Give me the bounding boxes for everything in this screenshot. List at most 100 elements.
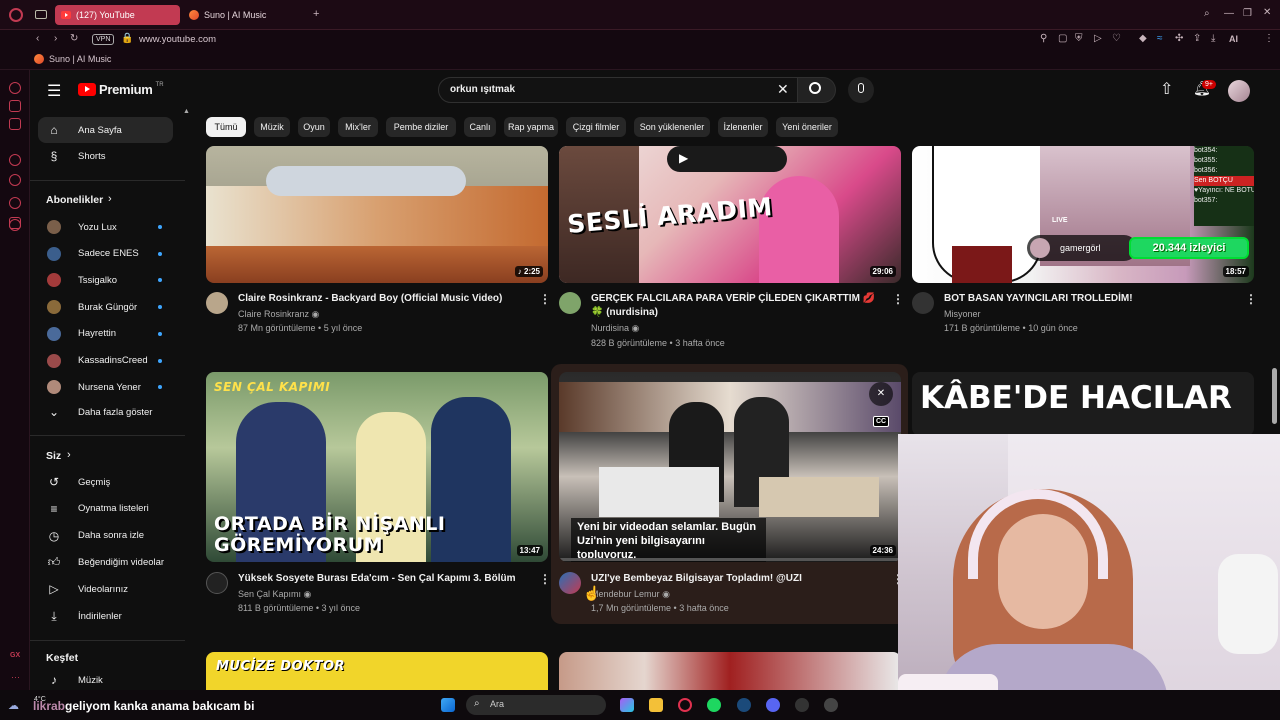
- video-title[interactable]: BOT BASAN YAYINCILARI TROLLEDİM!: [944, 292, 1239, 306]
- youtube-logo[interactable]: Premium TR: [78, 82, 164, 97]
- sidebar-scrollbar[interactable]: ▲: [183, 108, 190, 688]
- sidebar-item-music[interactable]: ♪ Müzik: [38, 667, 173, 690]
- translate-icon[interactable]: ≈: [1157, 33, 1163, 44]
- gx-icon[interactable]: GX: [10, 652, 20, 659]
- maximize-icon[interactable]: ❐: [1243, 8, 1252, 19]
- channel-name[interactable]: Claire Rosinkranz ◉: [238, 307, 319, 321]
- channel-name[interactable]: Misyoner: [944, 307, 981, 321]
- progress-bar[interactable]: [559, 558, 901, 561]
- filter-chip[interactable]: Canlı: [464, 117, 496, 137]
- channel-avatar[interactable]: [912, 292, 934, 314]
- extension-icon[interactable]: ◆: [1139, 33, 1147, 44]
- windows-start-icon[interactable]: [441, 698, 455, 712]
- video-title[interactable]: GERÇEK FALCILARA PARA VERİP ÇİLEDEN ÇIKA…: [591, 292, 886, 320]
- sidebar-item-subscription[interactable]: KassadinsCreed: [38, 348, 173, 374]
- extensions-rail-icon[interactable]: [9, 118, 21, 130]
- video-thumbnail[interactable]: ▶ SESLİ ARADIM 29:06: [559, 146, 901, 283]
- sidebar-item-home[interactable]: ⌂ Ana Sayfa: [38, 117, 173, 143]
- video-options-icon[interactable]: ⋮: [539, 292, 551, 306]
- filter-chip[interactable]: Mix'ler: [338, 117, 378, 137]
- sidebar-item-subscription[interactable]: Nursena Yener: [38, 374, 173, 400]
- snapshot-icon[interactable]: ▢: [1058, 33, 1067, 44]
- clear-search-icon[interactable]: ✕: [777, 81, 789, 98]
- cc-button[interactable]: CC: [873, 416, 890, 427]
- obs-icon[interactable]: [795, 698, 809, 712]
- aria-ai-button[interactable]: AI: [1229, 34, 1238, 44]
- player-icon[interactable]: ▷: [1094, 33, 1102, 44]
- menu-icon[interactable]: ⋮: [1264, 33, 1274, 44]
- show-more-button[interactable]: ⌄ Daha fazla göster: [38, 399, 173, 425]
- search-input[interactable]: orkun ışıtmak ✕: [438, 77, 798, 103]
- mute-icon[interactable]: ✕: [869, 382, 893, 406]
- video-title[interactable]: UZI'ye Bembeyaz Bilgisayar Topladım! @UZ…: [591, 572, 886, 586]
- video-thumbnail[interactable]: ♪ 2:25: [206, 146, 548, 283]
- subscriptions-header[interactable]: Abonelikler: [46, 194, 103, 206]
- back-icon[interactable]: ‹: [36, 33, 39, 44]
- filter-chip[interactable]: Tümü: [206, 117, 246, 137]
- video-title[interactable]: Yüksek Sosyete Burası Eda'cım - Sen Çal …: [238, 572, 538, 586]
- discord-icon[interactable]: [766, 698, 780, 712]
- filter-chip[interactable]: Oyun: [298, 117, 330, 137]
- video-thumbnail[interactable]: MUCİZE DOKTOR: [206, 652, 548, 690]
- channel-avatar[interactable]: [206, 292, 228, 314]
- heart-icon[interactable]: ♡: [1112, 33, 1121, 44]
- sidebar-item-subscription[interactable]: Tssigalko: [38, 267, 173, 293]
- video-thumbnail[interactable]: SEN ÇAL KAPIMI ORTADA BİR NİŞANLI GÖREMİ…: [206, 372, 548, 562]
- shield-icon[interactable]: ⛨: [1075, 33, 1083, 44]
- history-rail-icon[interactable]: [9, 197, 21, 209]
- opera-gx-taskbar-icon[interactable]: [678, 698, 692, 712]
- channel-name[interactable]: Nurdisina ◉: [591, 321, 639, 335]
- tab-switcher-icon[interactable]: [35, 10, 47, 19]
- sidebar-item-clock[interactable]: ◷ Daha sonra izle: [38, 523, 173, 549]
- tab-suno[interactable]: Suno | AI Music: [183, 5, 303, 25]
- close-window-icon[interactable]: ✕: [1263, 7, 1271, 18]
- download-browser-icon[interactable]: ⤓: [1211, 33, 1215, 44]
- sidebar-item-video[interactable]: ▷ Videolarınız: [38, 576, 173, 602]
- filter-chip[interactable]: Rap yapma: [504, 117, 558, 137]
- search-button[interactable]: [798, 77, 836, 103]
- page-scrollbar[interactable]: [1272, 368, 1277, 424]
- account-avatar[interactable]: [1228, 80, 1250, 102]
- video-thumbnail[interactable]: KÂBE'DE HACILAR: [912, 372, 1254, 436]
- app-icon[interactable]: [824, 698, 838, 712]
- spotify-icon[interactable]: [707, 698, 721, 712]
- filter-chip[interactable]: Pembe diziler: [386, 117, 456, 137]
- share-icon[interactable]: ⇪: [1193, 33, 1201, 44]
- opera-logo-icon[interactable]: [9, 8, 23, 22]
- file-explorer-icon[interactable]: [649, 698, 663, 712]
- sidebar-item-subscription[interactable]: Yozu Lux: [38, 214, 173, 240]
- channel-avatar[interactable]: [206, 572, 228, 594]
- video-options-icon[interactable]: ⋮: [892, 292, 904, 306]
- sidebar-item-shorts[interactable]: § Shorts: [38, 143, 173, 169]
- filter-chip[interactable]: Son yüklenenler: [634, 117, 710, 137]
- video-player-preview[interactable]: ✕ CC Yeni bir videodan selamlar. Bugün U…: [559, 372, 901, 562]
- bookmark-suno[interactable]: Suno | AI Music: [34, 54, 111, 64]
- aria-icon[interactable]: [9, 82, 21, 94]
- more-rail-icon[interactable]: ···: [11, 672, 20, 682]
- video-thumbnail[interactable]: [559, 652, 901, 690]
- voice-search-button[interactable]: [848, 77, 874, 103]
- search-tabs-icon[interactable]: ⌕: [1204, 8, 1210, 19]
- settings-rail-icon[interactable]: [9, 219, 21, 231]
- you-header[interactable]: Siz: [46, 450, 61, 462]
- taskbar-search-box[interactable]: ⌕ Ara: [466, 695, 606, 715]
- channel-avatar[interactable]: [559, 572, 581, 594]
- hamburger-menu-icon[interactable]: ☰: [47, 81, 61, 101]
- sidebar-item-playlist[interactable]: ≡ Oynatma listeleri: [38, 496, 173, 522]
- filter-chip[interactable]: İzlenenler: [718, 117, 768, 137]
- messenger-icon[interactable]: [9, 154, 21, 166]
- filter-chip[interactable]: Çizgi filmler: [566, 117, 626, 137]
- filter-chip[interactable]: Müzik: [254, 117, 290, 137]
- sidebar-item-subscription[interactable]: Sadece ENES: [38, 241, 173, 267]
- upload-icon[interactable]: ⇧: [1160, 79, 1173, 99]
- video-thumbnail[interactable]: bot354: bot355: bot356: Sen BOTÇU ♥Yayıncı: …: [912, 146, 1254, 283]
- video-options-icon[interactable]: ⋮: [1245, 292, 1257, 306]
- channel-avatar[interactable]: [559, 292, 581, 314]
- ai-icon[interactable]: [9, 100, 21, 112]
- minimize-icon[interactable]: —: [1224, 8, 1234, 19]
- puzzle-icon[interactable]: ✣: [1175, 33, 1183, 44]
- sidebar-item-subscription[interactable]: Hayrettin: [38, 321, 173, 347]
- url-field[interactable]: www.youtube.com: [139, 34, 216, 45]
- sidebar-item-download[interactable]: ⤓ İndirilenler: [38, 603, 173, 629]
- vpn-badge[interactable]: VPN: [92, 34, 115, 45]
